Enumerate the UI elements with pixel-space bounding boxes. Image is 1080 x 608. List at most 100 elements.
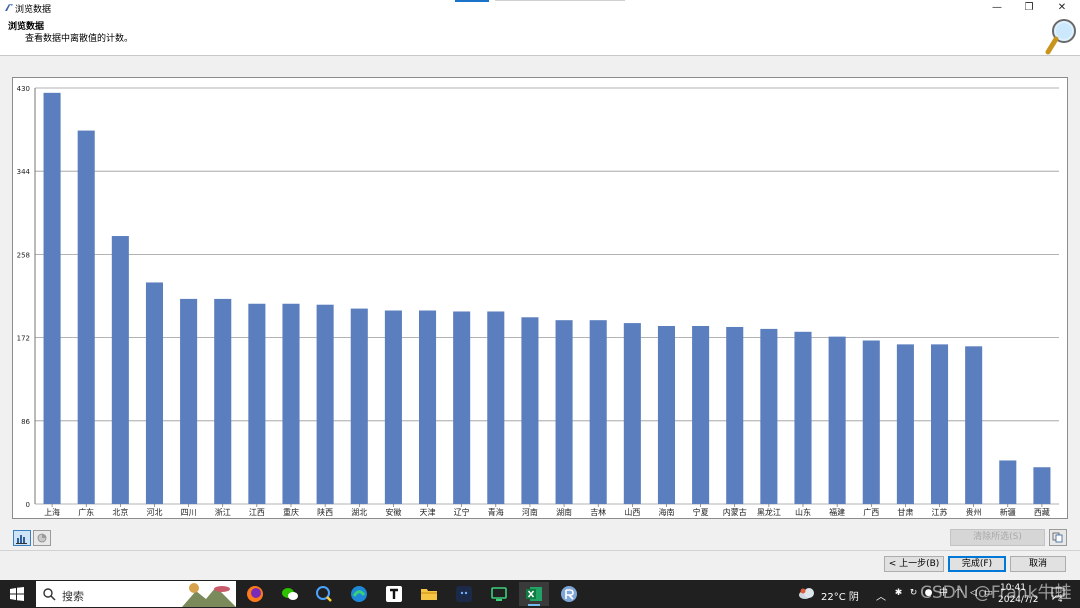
x-tick-label: 广东 <box>78 507 94 517</box>
page-subtitle: 查看数据中离散值的计数。 <box>25 34 134 44</box>
y-tick-label: 86 <box>21 418 30 426</box>
windows-taskbar: 搜索 22°C 阴 ︿ ✱ ↻ ● 中 ◠ ◁ ▭ 10:41 2024/7/2… <box>0 580 1080 608</box>
bar-黑龙江[interactable] <box>760 328 778 504</box>
active-app-indicator <box>528 604 540 606</box>
typora-icon <box>386 586 402 602</box>
taskbar-file-explorer[interactable] <box>414 582 444 606</box>
x-tick-label: 天津 <box>420 507 436 517</box>
bar-新疆[interactable] <box>999 460 1017 504</box>
bar-四川[interactable] <box>180 298 198 504</box>
bar-江西[interactable] <box>248 303 266 504</box>
x-tick-label: 湖南 <box>556 507 572 517</box>
bar-chart-icon <box>16 535 27 544</box>
bar-宁夏[interactable] <box>692 325 710 504</box>
bar-辽宁[interactable] <box>453 311 471 504</box>
bar-广东[interactable] <box>77 130 95 504</box>
taskbar-app-dark[interactable] <box>449 582 479 606</box>
x-tick-label: 黑龙江 <box>757 507 781 517</box>
taskbar-search-box[interactable]: 搜索 <box>36 581 236 607</box>
wechat-icon <box>282 588 298 600</box>
cloud-icon <box>799 588 814 599</box>
magnifier-app-icon <box>316 586 332 602</box>
sync-icon[interactable]: ↻ <box>908 588 919 599</box>
taskbar-wechat[interactable] <box>275 582 305 606</box>
cancel-button[interactable]: 取消 <box>1010 556 1066 572</box>
bar-河北[interactable] <box>145 282 163 504</box>
close-button[interactable]: ✕ <box>1047 0 1077 15</box>
x-tick-label: 山西 <box>624 507 640 517</box>
bar-西藏[interactable] <box>1033 467 1051 504</box>
bar-海南[interactable] <box>657 325 675 504</box>
bar-天津[interactable] <box>419 310 437 504</box>
bar-内蒙古[interactable] <box>726 326 744 504</box>
bar-重庆[interactable] <box>282 303 300 504</box>
title-divider <box>495 0 625 1</box>
bar-湖南[interactable] <box>555 320 573 504</box>
bar-chart: 0 86 172 258 344 430 上海 广东 北京 河北 四川 浙江 江西 重庆 陕西 湖北 安徽 天津 辽… <box>17 85 1059 517</box>
x-tick-label: 北京 <box>112 507 128 517</box>
wizard-app-icon <box>5 4 13 11</box>
bluetooth-icon[interactable]: ✱ <box>893 588 904 599</box>
bar-湖北[interactable] <box>350 308 368 504</box>
bar-福建[interactable] <box>828 336 846 504</box>
footer-divider <box>0 550 1080 551</box>
x-tick-label: 海南 <box>658 507 674 517</box>
copy-icon <box>1052 532 1063 543</box>
x-tick-label: 贵州 <box>966 507 982 517</box>
edge-icon <box>351 586 367 602</box>
taskbar-search-app[interactable] <box>309 582 339 606</box>
y-tick-label: 344 <box>17 168 31 176</box>
x-tick-label: 河南 <box>522 507 538 517</box>
x-tick-label: 重庆 <box>283 507 299 517</box>
search-highlight-art <box>182 583 236 607</box>
bar-上海[interactable] <box>43 92 61 504</box>
copy-chart-button[interactable] <box>1049 529 1067 546</box>
taskbar-edge[interactable] <box>344 582 374 606</box>
x-tick-label: 辽宁 <box>454 507 470 517</box>
y-tick-label: 0 <box>26 501 30 509</box>
x-tick-label: 青海 <box>488 507 504 517</box>
x-tick-label: 江苏 <box>932 507 948 517</box>
search-icon <box>43 588 56 601</box>
search-label: 搜索 <box>62 590 84 603</box>
bar-chart-view-button[interactable] <box>13 530 31 546</box>
taskbar-firefox[interactable] <box>240 582 270 606</box>
taskbar-screen-app[interactable] <box>484 582 514 606</box>
bar-贵州[interactable] <box>965 346 983 504</box>
bar-陕西[interactable] <box>316 304 334 504</box>
bar-青海[interactable] <box>487 311 505 504</box>
previous-step-button[interactable]: < 上一步(B) <box>884 556 944 572</box>
window-title: 浏览数据 <box>15 5 52 15</box>
bar-山西[interactable] <box>623 323 641 504</box>
taskbar-r-app[interactable] <box>554 582 584 606</box>
bar-甘肃[interactable] <box>896 344 914 504</box>
r-icon <box>561 586 577 602</box>
bar-吉林[interactable] <box>589 320 607 504</box>
maximize-button[interactable]: ❐ <box>1014 0 1044 15</box>
x-tick-label: 甘肃 <box>897 507 913 517</box>
excel-icon <box>526 587 542 601</box>
bar-北京[interactable] <box>111 236 129 504</box>
minimize-button[interactable]: — <box>982 0 1012 15</box>
finish-button[interactable]: 完成(F) <box>948 556 1006 572</box>
y-tick-label: 172 <box>17 335 30 343</box>
bar-广西[interactable] <box>862 340 880 504</box>
taskbar-excel[interactable] <box>519 582 549 606</box>
bar-安徽[interactable] <box>384 310 402 504</box>
magnifier-icon <box>1045 19 1076 55</box>
chevron-up-icon[interactable]: ︿ <box>876 588 886 603</box>
pie-chart-view-button[interactable] <box>33 530 51 546</box>
x-tick-label: 江西 <box>249 508 265 517</box>
bar-江苏[interactable] <box>931 344 949 504</box>
windows-start-icon[interactable] <box>10 587 24 601</box>
x-tick-label: 湖北 <box>351 508 367 517</box>
weather-text[interactable]: 22°C 阴 <box>821 588 859 603</box>
x-tick-label: 新疆 <box>1000 507 1016 517</box>
wizard-header: 浏览数据 查看数据中离散值的计数。 <box>0 15 1080 56</box>
taskbar-typora[interactable] <box>379 582 409 606</box>
watermark-text: CSDN @Frank牛蛙 <box>920 583 1072 603</box>
clear-selection-button[interactable]: 清除所选(S) <box>950 529 1045 546</box>
bar-河南[interactable] <box>521 317 539 504</box>
bar-山东[interactable] <box>794 331 812 504</box>
bar-浙江[interactable] <box>214 298 232 504</box>
